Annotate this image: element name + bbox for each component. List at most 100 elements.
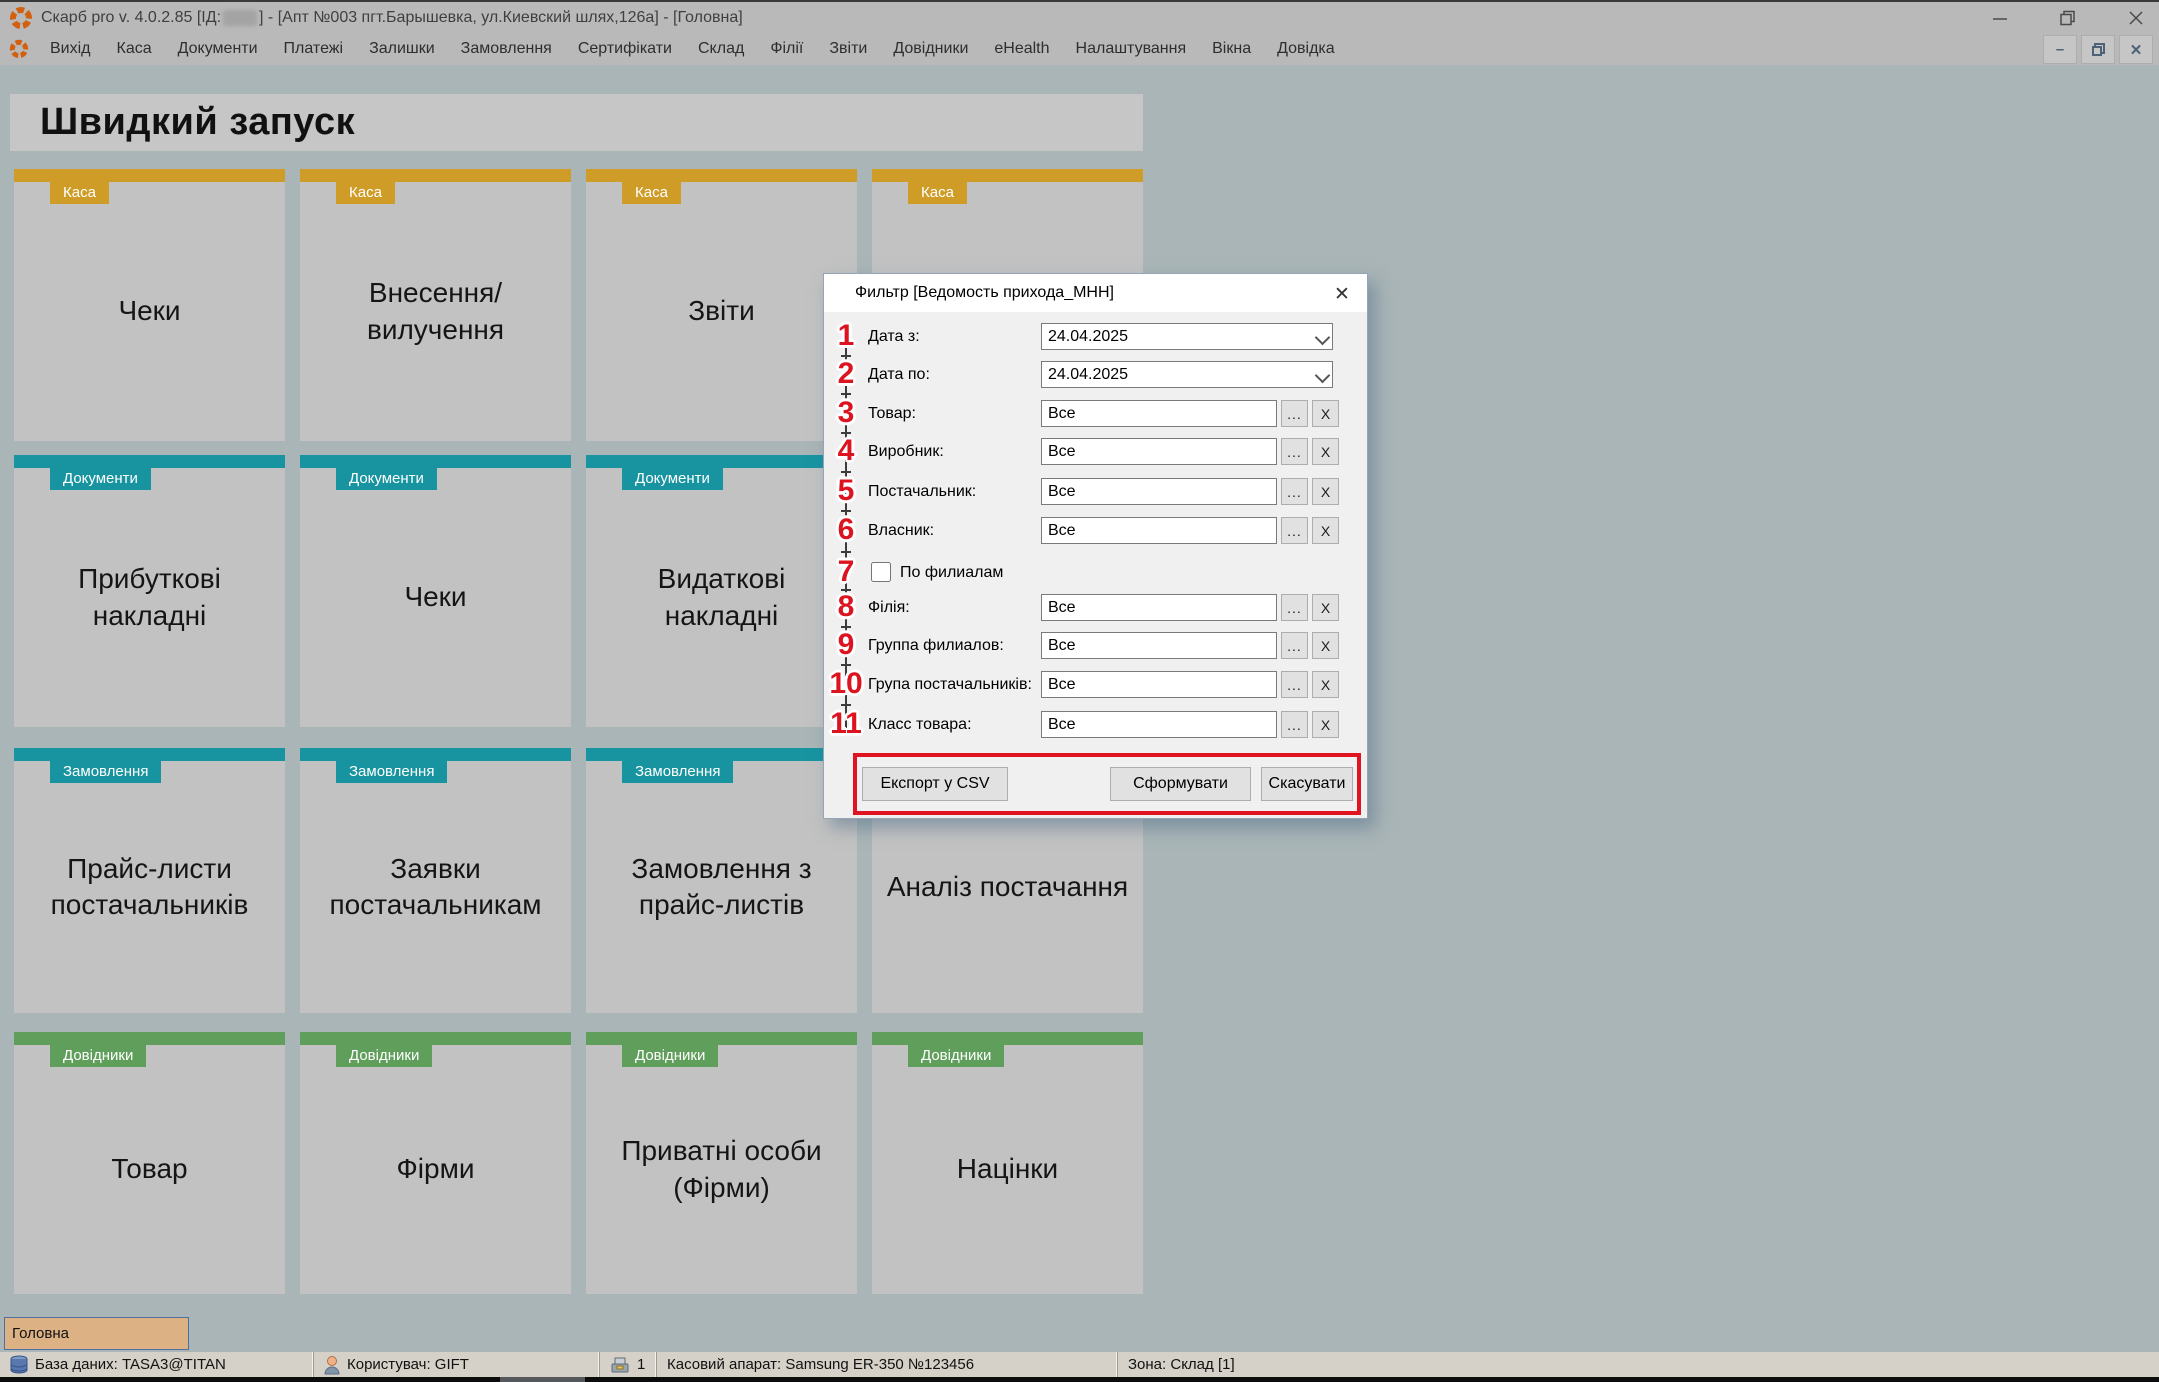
date-from-input[interactable] — [1041, 323, 1333, 350]
menu-item-filii[interactable]: Філії — [757, 33, 816, 65]
tile-cheky-kasa[interactable]: Каса Чеки — [14, 169, 285, 441]
export-csv-button[interactable]: Експорт у CSV — [862, 767, 1008, 801]
menu-item-ehealth[interactable]: eHealth — [981, 33, 1062, 65]
tile-prybutkovi-nakladni[interactable]: Документи Прибуткові накладні — [14, 455, 285, 727]
restore-button[interactable] — [2057, 7, 2079, 29]
hrupa-postachalnykiv-label: Група постачальників: — [868, 671, 1032, 698]
hrupa-filialiv-label: Группа филиалов: — [868, 632, 1004, 659]
tile-category-strip — [300, 455, 571, 468]
annotation-number-2: 2 — [838, 357, 855, 391]
tab-holovna[interactable]: Головна — [4, 1317, 189, 1350]
filter-row-vlasnyk: Власник: ... X — [824, 517, 1367, 544]
cancel-button[interactable]: Скасувати — [1261, 767, 1353, 801]
filter-row-filiia: Філія: ... X — [824, 594, 1367, 621]
hrupa-postachalnykiv-clear-button[interactable]: X — [1312, 671, 1339, 698]
menu-item-platezhi[interactable]: Платежі — [271, 33, 357, 65]
tile-prais-lysty-postachalnykiv[interactable]: Замовлення Прайс-листи постачальників — [14, 748, 285, 1013]
tile-cheky-dokumenty[interactable]: Документи Чеки — [300, 455, 571, 727]
tile-pryvatni-osoby[interactable]: Довідники Приватні особи (Фірми) — [586, 1032, 857, 1294]
annotation-number-4: 4 — [838, 434, 855, 468]
tile-category-strip — [14, 748, 285, 761]
date-to-input[interactable] — [1041, 361, 1333, 388]
tile-caption: Чеки — [300, 468, 571, 727]
tile-vydatkovi-nakladni[interactable]: Документи Видаткові накладні — [586, 455, 857, 727]
annotation-number-6: 6 — [838, 513, 855, 547]
vlasnyk-label: Власник: — [868, 517, 934, 544]
menu-item-zamovlennia[interactable]: Замовлення — [448, 33, 565, 65]
dialog-close-icon[interactable]: ✕ — [1330, 282, 1354, 306]
menu-item-vykhid[interactable]: Вихід — [37, 33, 104, 65]
window-title-right: ] - [Апт №003 пгт.Барышевка, ул.Киевский… — [259, 9, 743, 27]
close-button[interactable] — [2125, 7, 2147, 29]
filiia-clear-button[interactable]: X — [1312, 594, 1339, 621]
tile-category-strip — [300, 169, 571, 182]
klas-tovara-label: Класс товара: — [868, 711, 972, 738]
menu-item-zalyshky[interactable]: Залишки — [356, 33, 448, 65]
minimize-button[interactable] — [1989, 7, 2011, 29]
tile-caption: Звіти — [586, 182, 857, 441]
vyrobnyk-input[interactable] — [1041, 438, 1277, 465]
klas-tovara-input[interactable] — [1041, 711, 1277, 738]
hrupa-filialiv-input[interactable] — [1041, 632, 1277, 659]
tovar-clear-button[interactable]: X — [1312, 400, 1339, 427]
tile-zvity[interactable]: Каса Звіти — [586, 169, 857, 441]
hrupa-filialiv-more-button[interactable]: ... — [1281, 632, 1308, 659]
vyrobnyk-more-button[interactable]: ... — [1281, 438, 1308, 465]
mdi-close-button[interactable]: ✕ — [2119, 35, 2153, 64]
menu-item-zvity[interactable]: Звіти — [816, 33, 880, 65]
postachalnyk-input[interactable] — [1041, 478, 1277, 505]
mdi-minimize-button[interactable]: – — [2043, 35, 2077, 64]
tile-natsinky[interactable]: Довідники Націнки — [872, 1032, 1143, 1294]
annotation-tick — [841, 393, 851, 395]
tile-category-strip — [872, 169, 1143, 182]
vlasnyk-input[interactable] — [1041, 517, 1277, 544]
hrupa-filialiv-clear-button[interactable]: X — [1312, 632, 1339, 659]
vlasnyk-clear-button[interactable]: X — [1312, 517, 1339, 544]
annotation-number-1: 1 — [838, 319, 855, 353]
tile-caption: Товар — [14, 1045, 285, 1294]
menu-item-sertyfikaty[interactable]: Сертифікати — [565, 33, 685, 65]
tile-firmy[interactable]: Довідники Фірми — [300, 1032, 571, 1294]
tile-caption: Націнки — [872, 1045, 1143, 1294]
filter-row-hrupa-filialiv: Группа филиалов: ... X — [824, 632, 1367, 659]
vlasnyk-more-button[interactable]: ... — [1281, 517, 1308, 544]
tovar-more-button[interactable]: ... — [1281, 400, 1308, 427]
menu-item-sklad[interactable]: Склад — [685, 33, 757, 65]
generate-button[interactable]: Сформувати — [1110, 767, 1251, 801]
status-database: База даних: TASA3@TITAN — [0, 1352, 314, 1377]
postachalnyk-clear-button[interactable]: X — [1312, 478, 1339, 505]
tovar-input[interactable] — [1041, 400, 1277, 427]
menu-item-dokumenty[interactable]: Документи — [165, 33, 271, 65]
filter-row-tovar: Товар: ... X — [824, 400, 1367, 427]
menu-item-dovidnyky[interactable]: Довідники — [880, 33, 981, 65]
menu-item-kasa[interactable]: Каса — [104, 33, 165, 65]
klas-tovara-clear-button[interactable]: X — [1312, 711, 1339, 738]
tile-tovar[interactable]: Довідники Товар — [14, 1032, 285, 1294]
workspace: Швидкий запуск Каса Чеки Каса Внесення/в… — [0, 65, 2159, 1352]
postachalnyk-more-button[interactable]: ... — [1281, 478, 1308, 505]
filter-dialog: Фильтр [Ведомость прихода_МНН] ✕ Дата з:… — [823, 273, 1368, 819]
tile-zaiavky-postachalnykam[interactable]: Замовлення Заявки постачальникам — [300, 748, 571, 1013]
hrupa-postachalnykiv-more-button[interactable]: ... — [1281, 671, 1308, 698]
window-title-left: Скарб pro v. 4.0.2.85 [ІД: — [41, 9, 221, 27]
status-register-count: 1 — [600, 1352, 657, 1377]
vyrobnyk-clear-button[interactable]: X — [1312, 438, 1339, 465]
mdi-restore-button[interactable] — [2081, 35, 2115, 64]
klas-tovara-more-button[interactable]: ... — [1281, 711, 1308, 738]
po-filialam-checkbox[interactable] — [871, 562, 891, 582]
tile-zamovlennia-z-prais-lystiv[interactable]: Замовлення Замовлення з прайс-листів — [586, 748, 857, 1013]
annotation-number-7: 7 — [838, 555, 855, 589]
filiia-more-button[interactable]: ... — [1281, 594, 1308, 621]
redacted-id — [223, 10, 257, 26]
tile-caption: Видаткові накладні — [614, 468, 830, 727]
filiia-label: Філія: — [868, 594, 910, 621]
hrupa-postachalnykiv-input[interactable] — [1041, 671, 1277, 698]
annotation-number-9: 9 — [838, 628, 855, 662]
menu-item-dovidka[interactable]: Довідка — [1264, 33, 1348, 65]
tile-category-strip — [586, 169, 857, 182]
filiia-input[interactable] — [1041, 594, 1277, 621]
menu-item-vikna[interactable]: Вікна — [1199, 33, 1264, 65]
menu-item-nalashtuvannia[interactable]: Налаштування — [1063, 33, 1200, 65]
tile-vnesennia-vyluchennia[interactable]: Каса Внесення/вилучення — [300, 169, 571, 441]
tile-category-strip — [586, 455, 857, 468]
